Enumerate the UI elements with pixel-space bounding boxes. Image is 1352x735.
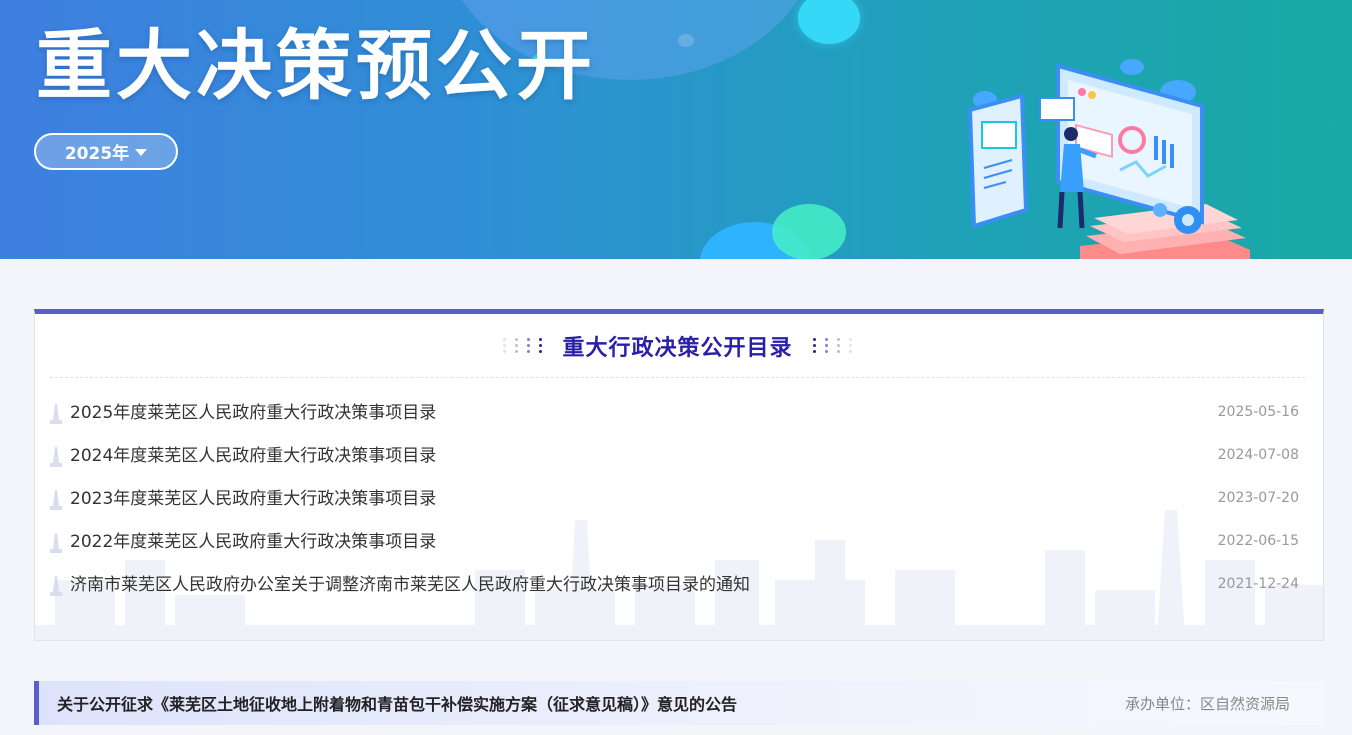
tower-bullet-icon (50, 576, 62, 596)
list-item[interactable]: 2024年度莱芜区人民政府重大行政决策事项目录 2024-07-08 (50, 443, 1305, 486)
list-item-date: 2022-06-15 (1217, 533, 1299, 549)
list-item-title[interactable]: 济南市莱芜区人民政府办公室关于调整济南市莱芜区人民政府重大行政决策事项目录的通知 (70, 572, 750, 598)
decorative-bubble (772, 204, 846, 259)
panel-title: 重大行政决策公开目录 (562, 335, 793, 361)
tower-bullet-icon (50, 404, 62, 424)
list-item[interactable]: 2025年度莱芜区人民政府重大行政决策事项目录 2025-05-16 (50, 400, 1305, 443)
notice-title[interactable]: 关于公开征求《莱芜区土地征收地上附着物和青苗包干补偿实施方案（征求意见稿）》意见… (57, 691, 737, 715)
list-item-title[interactable]: 2024年度莱芜区人民政府重大行政决策事项目录 (70, 443, 436, 469)
panel-header: 重大行政决策公开目录 (50, 314, 1305, 378)
decorative-bubble (798, 0, 860, 44)
tower-bullet-icon (50, 447, 62, 467)
list-item-title[interactable]: 2022年度莱芜区人民政府重大行政决策事项目录 (70, 529, 436, 555)
banner: 重大决策预公开 2025年 (0, 0, 1352, 259)
page-title: 重大决策预公开 (36, 21, 596, 110)
list-item-date: 2023-07-20 (1217, 490, 1299, 506)
list-item[interactable]: 济南市莱芜区人民政府办公室关于调整济南市莱芜区人民政府重大行政决策事项目录的通知… (50, 572, 1305, 615)
list-item-date: 2021-12-24 (1217, 576, 1299, 592)
catalog-list: 2025年度莱芜区人民政府重大行政决策事项目录 2025-05-16 2024年… (50, 400, 1305, 615)
caret-down-icon (135, 149, 148, 156)
notice-unit: 承办单位：区自然资源局 (1124, 694, 1290, 713)
notice-item[interactable]: 关于公开征求《莱芜区土地征收地上附着物和青苗包干补偿实施方案（征求意见稿）》意见… (34, 681, 1324, 725)
decision-catalog-panel: 重大行政决策公开目录 2025年度莱芜区人民政府重大行政决策事项目录 2025-… (34, 309, 1324, 641)
decorative-bubble (678, 34, 694, 47)
list-item-title[interactable]: 2023年度莱芜区人民政府重大行政决策事项目录 (70, 486, 436, 512)
list-item[interactable]: 2023年度莱芜区人民政府重大行政决策事项目录 2023-07-20 (50, 486, 1305, 529)
tower-bullet-icon (50, 533, 62, 553)
year-dropdown[interactable]: 2025年 (34, 133, 178, 170)
left-dots-decoration (503, 338, 543, 353)
data-analysis-illustration (967, 59, 1250, 259)
tower-bullet-icon (50, 490, 62, 510)
right-dots-decoration (812, 338, 852, 353)
list-item-date: 2024-07-08 (1217, 447, 1299, 463)
list-item-date: 2025-05-16 (1217, 404, 1299, 420)
list-item[interactable]: 2022年度莱芜区人民政府重大行政决策事项目录 2022-06-15 (50, 529, 1305, 572)
list-item-title[interactable]: 2025年度莱芜区人民政府重大行政决策事项目录 (70, 400, 436, 426)
year-dropdown-value: 2025年 (64, 144, 130, 164)
